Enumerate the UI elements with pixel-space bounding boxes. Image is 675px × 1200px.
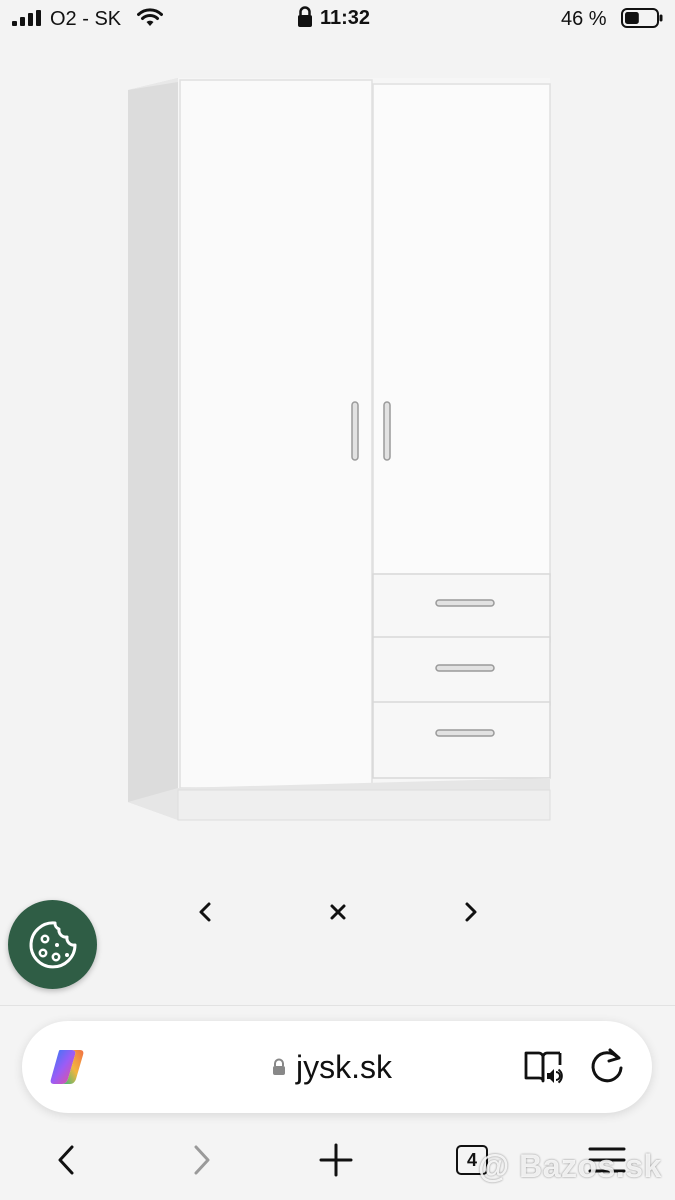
close-gallery-button[interactable]	[316, 890, 360, 934]
status-bar: O2 - SK 11:32 46 %	[0, 0, 675, 40]
secure-lock-icon	[273, 1058, 285, 1075]
reader-mode-icon[interactable]	[522, 1047, 564, 1087]
watermark: @ Bazos.sk	[478, 1148, 662, 1184]
plus-icon	[319, 1143, 353, 1177]
reload-icon[interactable]	[588, 1046, 626, 1086]
url-text: jysk.sk	[296, 1048, 392, 1085]
battery-icon	[621, 8, 663, 28]
carrier-name: O2 - SK	[50, 8, 122, 30]
chevron-right-icon	[465, 902, 477, 922]
wardrobe-image	[128, 78, 551, 821]
chevron-left-icon	[199, 902, 211, 922]
new-tab-button[interactable]	[314, 1138, 358, 1182]
cookie-settings-button[interactable]	[8, 900, 97, 989]
close-icon	[330, 904, 346, 920]
url-display[interactable]: jysk.sk	[272, 1045, 392, 1089]
back-button[interactable]	[44, 1138, 88, 1182]
screen: O2 - SK 11:32 46 % jysk.sk 4 @ Bazos.sk	[0, 0, 675, 1200]
forward-button[interactable]	[180, 1138, 224, 1182]
battery-percentage: 46 %	[561, 8, 607, 30]
next-image-button[interactable]	[449, 890, 493, 934]
previous-image-button[interactable]	[183, 890, 227, 934]
cookie-icon	[29, 920, 76, 968]
clock: 11:32	[320, 7, 371, 29]
cellular-signal-icon	[12, 10, 41, 26]
image-carousel-controls	[0, 890, 675, 934]
address-bar[interactable]: jysk.sk	[22, 1021, 652, 1113]
copilot-icon[interactable]	[46, 1047, 88, 1087]
chevron-left-icon	[58, 1145, 74, 1175]
wifi-icon	[137, 8, 163, 26]
orientation-lock-icon	[298, 6, 312, 27]
chevron-right-icon	[194, 1145, 210, 1175]
